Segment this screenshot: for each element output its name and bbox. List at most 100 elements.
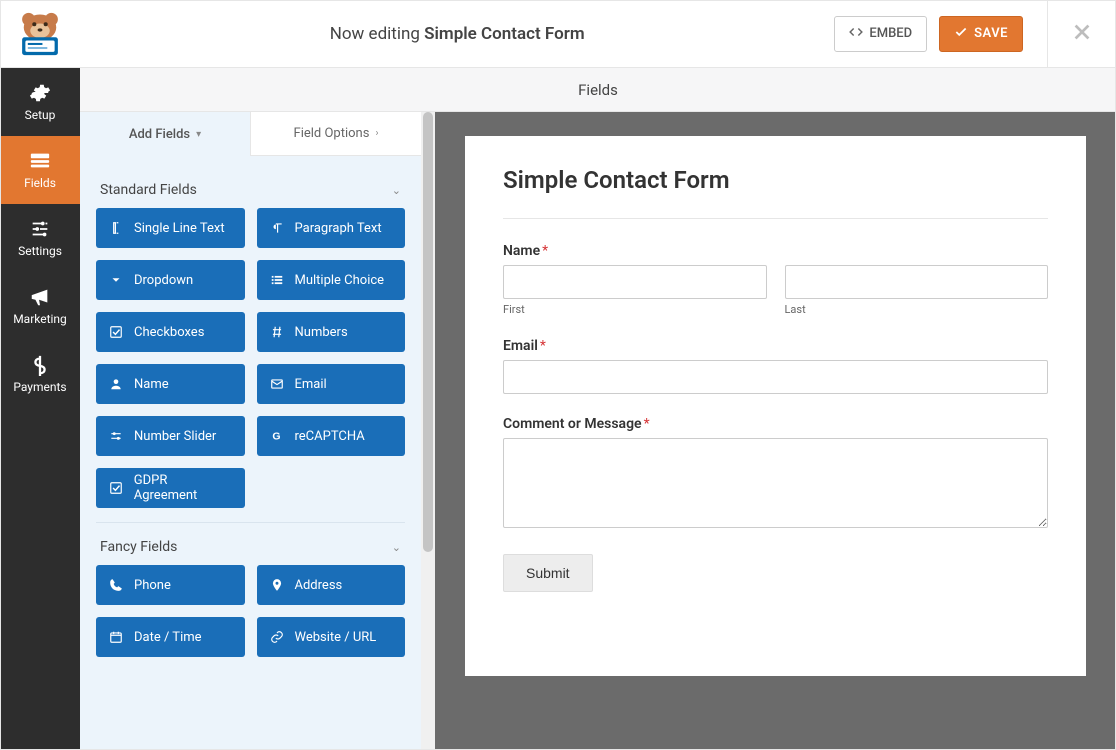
preview-area: Simple Contact Form Name* First Last Ema… <box>435 112 1116 750</box>
tab-label: Field Options <box>294 126 370 141</box>
field-type-paragraph-text[interactable]: Paragraph Text <box>257 208 406 248</box>
palette-wrap: Add Fields ▾ Field Options › Standard Fi… <box>80 112 435 750</box>
group-title: Fancy Fields <box>100 539 177 555</box>
field-label: Checkboxes <box>134 325 204 340</box>
sidebar-label: Settings <box>18 244 62 258</box>
field-type-address[interactable]: Address <box>257 565 406 605</box>
page-title: Now editing Simple Contact Form <box>80 24 834 44</box>
field-label: Email <box>295 377 327 392</box>
sidebar-item-marketing[interactable]: Marketing <box>0 272 80 340</box>
field-type-phone[interactable]: Phone <box>96 565 245 605</box>
sliders-icon <box>108 428 124 444</box>
tab-label: Add Fields <box>129 127 190 142</box>
field-label: Name <box>134 377 169 392</box>
palette-body: Standard Fields ⌄ Single Line Text Paragrap… <box>80 156 421 750</box>
code-icon <box>849 25 863 43</box>
group-title: Standard Fields <box>100 182 197 198</box>
group-header[interactable]: Standard Fields ⌄ <box>96 174 405 208</box>
field-type-numbers[interactable]: Numbers <box>257 312 406 352</box>
submit-button[interactable]: Submit <box>503 554 593 592</box>
app-logo <box>0 0 80 68</box>
last-name-input[interactable] <box>785 265 1049 299</box>
phone-icon <box>108 577 124 593</box>
field-label: Address <box>295 578 343 593</box>
section-title: Fields <box>578 81 618 99</box>
caret-down-icon <box>108 272 124 288</box>
sidebar-label: Setup <box>25 108 56 122</box>
sidebar-item-payments[interactable]: Payments <box>0 340 80 408</box>
field-label: GDPR Agreement <box>134 473 233 503</box>
field-label: Phone <box>134 578 171 593</box>
field-type-single-line-text[interactable]: Single Line Text <box>96 208 245 248</box>
chevron-right-icon: › <box>375 128 378 139</box>
sidebar-item-fields[interactable]: Fields <box>0 136 80 204</box>
field-type-number-slider[interactable]: Number Slider <box>96 416 245 456</box>
close-icon <box>1071 21 1093 43</box>
tab-add-fields[interactable]: Add Fields ▾ <box>80 112 250 156</box>
form-name: Simple Contact Form <box>424 24 584 44</box>
list-icon <box>269 272 285 288</box>
field-comment[interactable]: Comment or Message* <box>503 416 1048 532</box>
form-preview[interactable]: Simple Contact Form Name* First Last Ema… <box>465 136 1086 676</box>
required-marker: * <box>644 416 650 432</box>
sidebar-label: Fields <box>24 176 56 190</box>
sidebar-item-setup[interactable]: Setup <box>0 68 80 136</box>
field-type-email[interactable]: Email <box>257 364 406 404</box>
sidebar-item-settings[interactable]: Settings <box>0 204 80 272</box>
field-type-recaptcha[interactable]: GreCAPTCHA <box>257 416 406 456</box>
scrollbar[interactable] <box>421 112 435 750</box>
field-type-website-url[interactable]: Website / URL <box>257 617 406 657</box>
form-icon <box>29 150 51 172</box>
envelope-icon <box>269 376 285 392</box>
palette: Add Fields ▾ Field Options › Standard Fi… <box>80 112 421 750</box>
last-sublabel: Last <box>785 303 1049 316</box>
field-label: Multiple Choice <box>295 273 385 288</box>
dollar-icon <box>29 354 51 376</box>
field-type-dropdown[interactable]: Dropdown <box>96 260 245 300</box>
field-label: Website / URL <box>295 630 377 645</box>
field-email[interactable]: Email* <box>503 338 1048 394</box>
top-actions: EMBED SAVE <box>834 0 1100 68</box>
embed-button[interactable]: EMBED <box>834 16 927 52</box>
required-marker: * <box>540 338 546 354</box>
field-type-checkboxes[interactable]: Checkboxes <box>96 312 245 352</box>
field-type-gdpr[interactable]: GDPR Agreement <box>96 468 245 508</box>
separator <box>1047 0 1048 68</box>
first-name-input[interactable] <box>503 265 767 299</box>
chevron-down-icon: ⌄ <box>392 184 401 197</box>
paragraph-icon <box>269 220 285 236</box>
required-marker: * <box>542 243 548 259</box>
form-title: Simple Contact Form <box>503 166 1048 219</box>
email-input[interactable] <box>503 360 1048 394</box>
tab-field-options[interactable]: Field Options › <box>250 112 421 156</box>
close-button[interactable] <box>1064 21 1100 47</box>
group-header[interactable]: Fancy Fields⌄ <box>96 522 405 565</box>
field-type-name[interactable]: Name <box>96 364 245 404</box>
comment-label: Comment or Message* <box>503 416 1048 432</box>
calendar-icon <box>108 629 124 645</box>
field-label: Number Slider <box>134 429 216 444</box>
field-type-date-time[interactable]: Date / Time <box>96 617 245 657</box>
field-label: Dropdown <box>134 273 193 288</box>
text-cursor-icon <box>108 220 124 236</box>
embed-label: EMBED <box>869 26 912 41</box>
palette-tabs: Add Fields ▾ Field Options › <box>80 112 421 156</box>
field-label: Date / Time <box>134 630 202 645</box>
first-sublabel: First <box>503 303 767 316</box>
field-type-multiple-choice[interactable]: Multiple Choice <box>257 260 406 300</box>
google-g-icon: G <box>269 428 285 444</box>
map-pin-icon <box>269 577 285 593</box>
sidebar-label: Marketing <box>13 312 67 326</box>
comment-textarea[interactable] <box>503 438 1048 528</box>
gear-icon <box>29 82 51 104</box>
sidebar: Setup Fields Settings Marketing Payments <box>0 68 80 750</box>
sidebar-label: Payments <box>13 380 66 394</box>
field-grid: Single Line Text Paragraph Text Dropdown Mu… <box>96 208 405 522</box>
scrollbar-thumb[interactable] <box>423 112 433 552</box>
svg-text:G: G <box>272 431 280 443</box>
field-label: Paragraph Text <box>295 221 382 236</box>
field-name[interactable]: Name* First Last <box>503 243 1048 316</box>
save-label: SAVE <box>974 26 1008 41</box>
field-label: Single Line Text <box>134 221 225 236</box>
save-button[interactable]: SAVE <box>939 16 1023 52</box>
